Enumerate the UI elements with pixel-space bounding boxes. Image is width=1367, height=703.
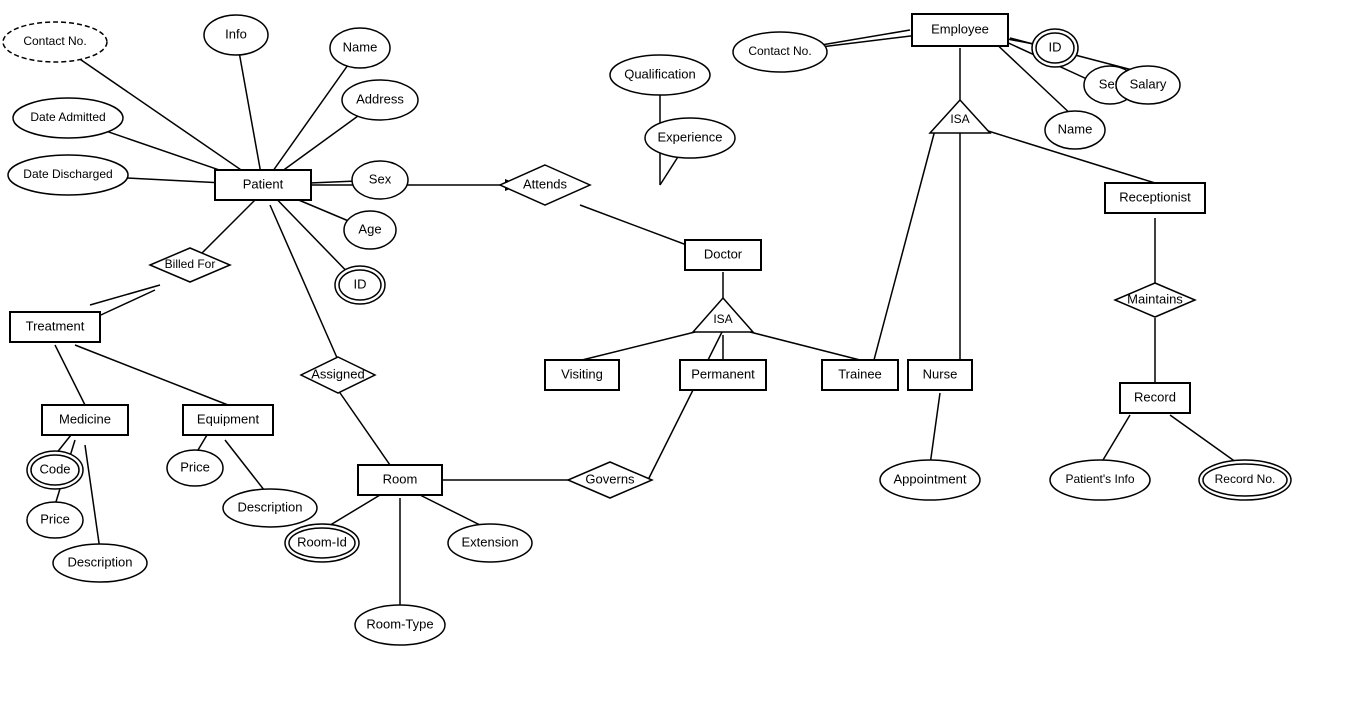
attr-date-admitted-label: Date Admitted bbox=[30, 110, 105, 124]
attr-extension-label: Extension bbox=[461, 534, 518, 549]
attr-code-label: Code bbox=[39, 461, 70, 476]
rel-maintains-label: Maintains bbox=[1127, 291, 1183, 306]
attr-desc-equip-label: Description bbox=[237, 499, 302, 514]
isa-doctor-label: ISA bbox=[713, 312, 732, 326]
isa-employee-label: ISA bbox=[950, 112, 969, 126]
attr-id-patient-label: ID bbox=[354, 276, 367, 291]
attr-price-medicine-label: Price bbox=[40, 511, 70, 526]
attr-room-id-label: Room-Id bbox=[297, 534, 347, 549]
er-diagram: Patient Employee Treatment Equipment Med… bbox=[0, 0, 1367, 703]
entity-patient-label: Patient bbox=[243, 176, 284, 191]
attr-sex-patient-label: Sex bbox=[369, 171, 392, 186]
entity-equipment-label: Equipment bbox=[197, 411, 260, 426]
rel-assigned-label: Assigned bbox=[311, 366, 364, 381]
entity-nurse-label: Nurse bbox=[923, 366, 958, 381]
attr-name-emp-label: Name bbox=[1058, 121, 1093, 136]
entity-permanent-label: Permanent bbox=[691, 366, 755, 381]
entity-trainee-label: Trainee bbox=[838, 366, 882, 381]
attr-qualification-label: Qualification bbox=[624, 66, 696, 81]
attr-name-patient-label: Name bbox=[343, 39, 378, 54]
entity-record-label: Record bbox=[1134, 389, 1176, 404]
entity-room-label: Room bbox=[383, 471, 418, 486]
attr-date-discharged-label: Date Discharged bbox=[23, 167, 112, 181]
attr-desc-medicine-label: Description bbox=[67, 554, 132, 569]
entity-medicine-label: Medicine bbox=[59, 411, 111, 426]
attr-record-no-label: Record No. bbox=[1215, 472, 1276, 486]
attr-appointment-label: Appointment bbox=[894, 471, 967, 486]
attr-patients-info-label: Patient's Info bbox=[1066, 472, 1135, 486]
entity-receptionist-label: Receptionist bbox=[1119, 189, 1191, 204]
attr-salary-label: Salary bbox=[1130, 76, 1167, 91]
entity-employee-label: Employee bbox=[931, 21, 989, 36]
entity-doctor-label: Doctor bbox=[704, 246, 743, 261]
entity-treatment-label: Treatment bbox=[26, 318, 85, 333]
rel-governs-label: Governs bbox=[585, 471, 635, 486]
attr-experience-label: Experience bbox=[657, 129, 722, 144]
rel-attends-label: Attends bbox=[523, 176, 568, 191]
attr-address-label: Address bbox=[356, 91, 404, 106]
attr-id-emp-label: ID bbox=[1049, 39, 1062, 54]
attr-contact-no-patient-label: Contact No. bbox=[23, 34, 86, 48]
attr-price-equip-label: Price bbox=[180, 459, 210, 474]
entity-visiting-label: Visiting bbox=[561, 366, 603, 381]
attr-age-label: Age bbox=[358, 221, 381, 236]
attr-info-label: Info bbox=[225, 26, 247, 41]
attr-room-type-label: Room-Type bbox=[366, 616, 433, 631]
attr-contact-no-emp-label: Contact No. bbox=[748, 44, 811, 58]
rel-billed-for-label: Billed For bbox=[165, 257, 216, 271]
